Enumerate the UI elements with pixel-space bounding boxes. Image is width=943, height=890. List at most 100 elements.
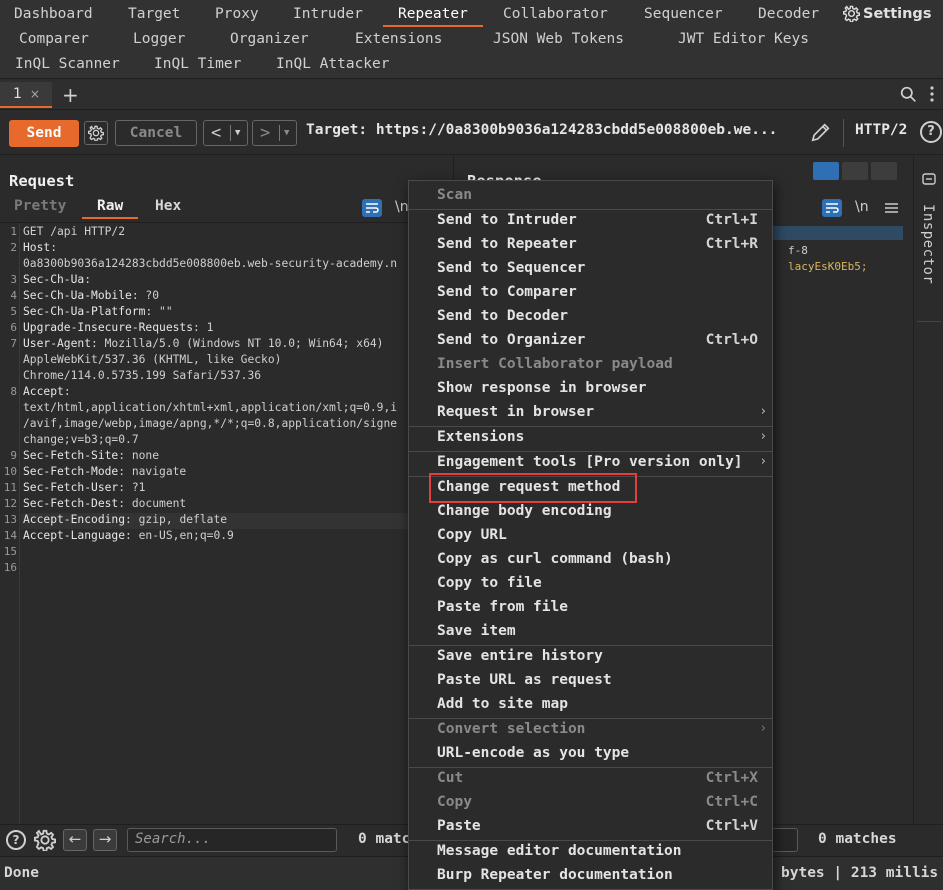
nav-tab-logger[interactable]: Logger: [133, 27, 185, 51]
next-match-button[interactable]: →: [93, 829, 117, 851]
nav-tab-proxy[interactable]: Proxy: [215, 2, 259, 26]
menu-item-message-editor-documentation[interactable]: Message editor documentation: [409, 840, 772, 864]
nav-tab-target[interactable]: Target: [128, 2, 180, 26]
menu-item-url-encode-as-you-type[interactable]: URL-encode as you type: [409, 742, 772, 766]
menu-item-extensions[interactable]: Extensions ›: [409, 426, 772, 450]
code-line[interactable]: Accept-Language: en-US,en;q=0.9: [23, 529, 234, 542]
pencil-icon[interactable]: [810, 121, 832, 143]
forward-button[interactable]: > ▼: [252, 120, 297, 146]
nav-tab-json-web-tokens[interactable]: JSON Web Tokens: [493, 27, 624, 51]
tab-hex[interactable]: Hex: [155, 198, 181, 214]
menu-item-change-body-encoding[interactable]: Change body encoding: [409, 500, 772, 524]
menu-item-engagement-tools-pro-version-only[interactable]: Engagement tools [Pro version only] ›: [409, 451, 772, 475]
code-line[interactable]: GET /api HTTP/2: [23, 225, 125, 238]
dropdown-arrow-icon[interactable]: ▼: [284, 121, 289, 145]
code-line[interactable]: User-Agent: Mozilla/5.0 (Windows NT 10.0…: [23, 337, 383, 350]
code-line[interactable]: Upgrade-Insecure-Requests: 1: [23, 321, 213, 334]
nav-tab-decoder[interactable]: Decoder: [758, 2, 819, 26]
code-line[interactable]: Sec-Fetch-Dest: document: [23, 497, 186, 510]
send-button[interactable]: Send: [9, 120, 79, 147]
code-line[interactable]: Sec-Fetch-Mode: navigate: [23, 465, 186, 478]
menu-item-copy-to-file[interactable]: Copy to file: [409, 572, 772, 596]
back-button[interactable]: < ▼: [203, 120, 248, 146]
help-icon[interactable]: ?: [920, 121, 942, 143]
newline-toggle-icon[interactable]: \n: [855, 199, 869, 215]
menu-item-add-to-site-map[interactable]: Add to site map: [409, 693, 772, 717]
menu-item-paste-url-as-request[interactable]: Paste URL as request: [409, 669, 772, 693]
kebab-menu-icon[interactable]: [929, 85, 935, 103]
menu-item-copy-as-curl-command-bash[interactable]: Copy as curl command (bash): [409, 548, 772, 572]
nav-tab-organizer[interactable]: Organizer: [230, 27, 309, 51]
send-options-button[interactable]: [84, 121, 108, 145]
nav-tab-inql-attacker[interactable]: InQL Attacker: [276, 52, 390, 76]
request-editor[interactable]: 1 2 3 4 5 6 7 8 9 10 11 12 13 14 15 16 GET /api HTTP/2 H…: [0, 222, 454, 825]
menu-item-request-in-browser[interactable]: Request in browser ›: [409, 401, 772, 425]
inspector-label[interactable]: Inspector: [920, 204, 936, 284]
code-line[interactable]: Sec-Ch-Ua-Mobile: ?0: [23, 289, 159, 302]
code-line[interactable]: text/html,application/xhtml+xml,applicat…: [23, 401, 397, 414]
nav-tab-repeater[interactable]: Repeater: [383, 2, 483, 27]
add-tab-button[interactable]: +: [62, 83, 79, 107]
nav-tab-jwt-editor-keys[interactable]: JWT Editor Keys: [678, 27, 809, 51]
split-vertical-layout-icon[interactable]: [842, 162, 868, 180]
status-text: Done: [4, 865, 39, 881]
menu-item-show-response-in-browser[interactable]: Show response in browser: [409, 377, 772, 401]
code-line[interactable]: Chrome/114.0.5735.199 Safari/537.36: [23, 369, 261, 382]
tab-pretty[interactable]: Pretty: [14, 198, 66, 214]
single-tab-layout-icon[interactable]: [871, 162, 897, 180]
menu-item-send-to-organizer[interactable]: Send to Organizer Ctrl+O: [409, 329, 772, 353]
code-line[interactable]: /avif,image/webp,image/apng,*/*;q=0.8,ap…: [23, 417, 397, 430]
nav-tab-inql-timer[interactable]: InQL Timer: [154, 52, 241, 76]
settings-button[interactable]: Settings: [843, 2, 931, 26]
menu-item-send-to-intruder[interactable]: Send to Intruder Ctrl+I: [409, 209, 772, 233]
previous-match-button[interactable]: ←: [63, 829, 87, 851]
menu-item-paste-from-file[interactable]: Paste from file: [409, 596, 772, 620]
cancel-button[interactable]: Cancel: [115, 120, 197, 146]
nav-tab-dashboard[interactable]: Dashboard: [14, 2, 93, 26]
menu-item-send-to-repeater[interactable]: Send to Repeater Ctrl+R: [409, 233, 772, 257]
code-line[interactable]: AppleWebKit/537.36 (KHTML, like Gecko): [23, 353, 281, 366]
gear-icon[interactable]: [34, 829, 56, 851]
menu-item-save-item[interactable]: Save item: [409, 620, 772, 644]
menu-item-paste[interactable]: Paste Ctrl+V: [409, 815, 772, 839]
menu-item-send-to-decoder[interactable]: Send to Decoder: [409, 305, 772, 329]
search-input[interactable]: Search...: [127, 828, 337, 852]
code-line[interactable]: 0a8300b9036a124283cbdd5e008800eb.web-sec…: [23, 257, 397, 270]
code-line[interactable]: Sec-Fetch-Site: none: [23, 449, 159, 462]
split-horizontal-layout-icon[interactable]: [813, 162, 839, 180]
word-wrap-icon[interactable]: [362, 199, 382, 217]
menu-item-send-to-sequencer[interactable]: Send to Sequencer: [409, 257, 772, 281]
help-icon[interactable]: ?: [6, 830, 26, 850]
header-name: Sec-Ch-Ua-Mobile: [23, 289, 132, 302]
code-line[interactable]: Accept:: [23, 385, 71, 398]
hamburger-menu-icon[interactable]: [885, 202, 898, 214]
nav-tab-extensions[interactable]: Extensions: [355, 27, 442, 51]
menu-item-burp-repeater-documentation[interactable]: Burp Repeater documentation: [409, 864, 772, 888]
response-fragment: lacyEsK0Eb5;: [788, 260, 868, 273]
nav-tab-inql-scanner[interactable]: InQL Scanner: [15, 52, 120, 76]
nav-tab-collaborator[interactable]: Collaborator: [503, 2, 608, 26]
tab-raw[interactable]: Raw: [81, 198, 139, 219]
nav-tab-comparer[interactable]: Comparer: [19, 27, 89, 51]
code-line[interactable]: change;v=b3;q=0.7: [23, 433, 139, 446]
repeater-tab-1[interactable]: 1 ×: [0, 82, 52, 108]
close-icon[interactable]: ×: [30, 87, 40, 101]
code-line[interactable]: Accept-Encoding: gzip, deflate: [23, 513, 227, 526]
newline-toggle-icon[interactable]: \n: [395, 199, 409, 215]
menu-item-scan: Scan: [409, 184, 772, 208]
inspector-sidebar[interactable]: Inspector: [913, 156, 943, 824]
code-line[interactable]: Sec-Fetch-User: ?1: [23, 481, 145, 494]
nav-tab-sequencer[interactable]: Sequencer: [644, 2, 723, 26]
code-line[interactable]: Host:: [23, 241, 57, 254]
menu-item-save-entire-history[interactable]: Save entire history: [409, 645, 772, 669]
code-line[interactable]: Sec-Ch-Ua:: [23, 273, 91, 286]
word-wrap-icon[interactable]: [822, 199, 842, 217]
dropdown-arrow-icon[interactable]: ▼: [235, 121, 240, 145]
http-version-selector[interactable]: HTTP/2: [855, 122, 907, 138]
search-icon[interactable]: [900, 86, 917, 103]
menu-item-copy-url[interactable]: Copy URL: [409, 524, 772, 548]
nav-tab-intruder[interactable]: Intruder: [293, 2, 363, 26]
target-url[interactable]: Target: https://0a8300b9036a124283cbdd5e…: [306, 122, 777, 138]
menu-item-send-to-comparer[interactable]: Send to Comparer: [409, 281, 772, 305]
code-line[interactable]: Sec-Ch-Ua-Platform: "": [23, 305, 173, 318]
